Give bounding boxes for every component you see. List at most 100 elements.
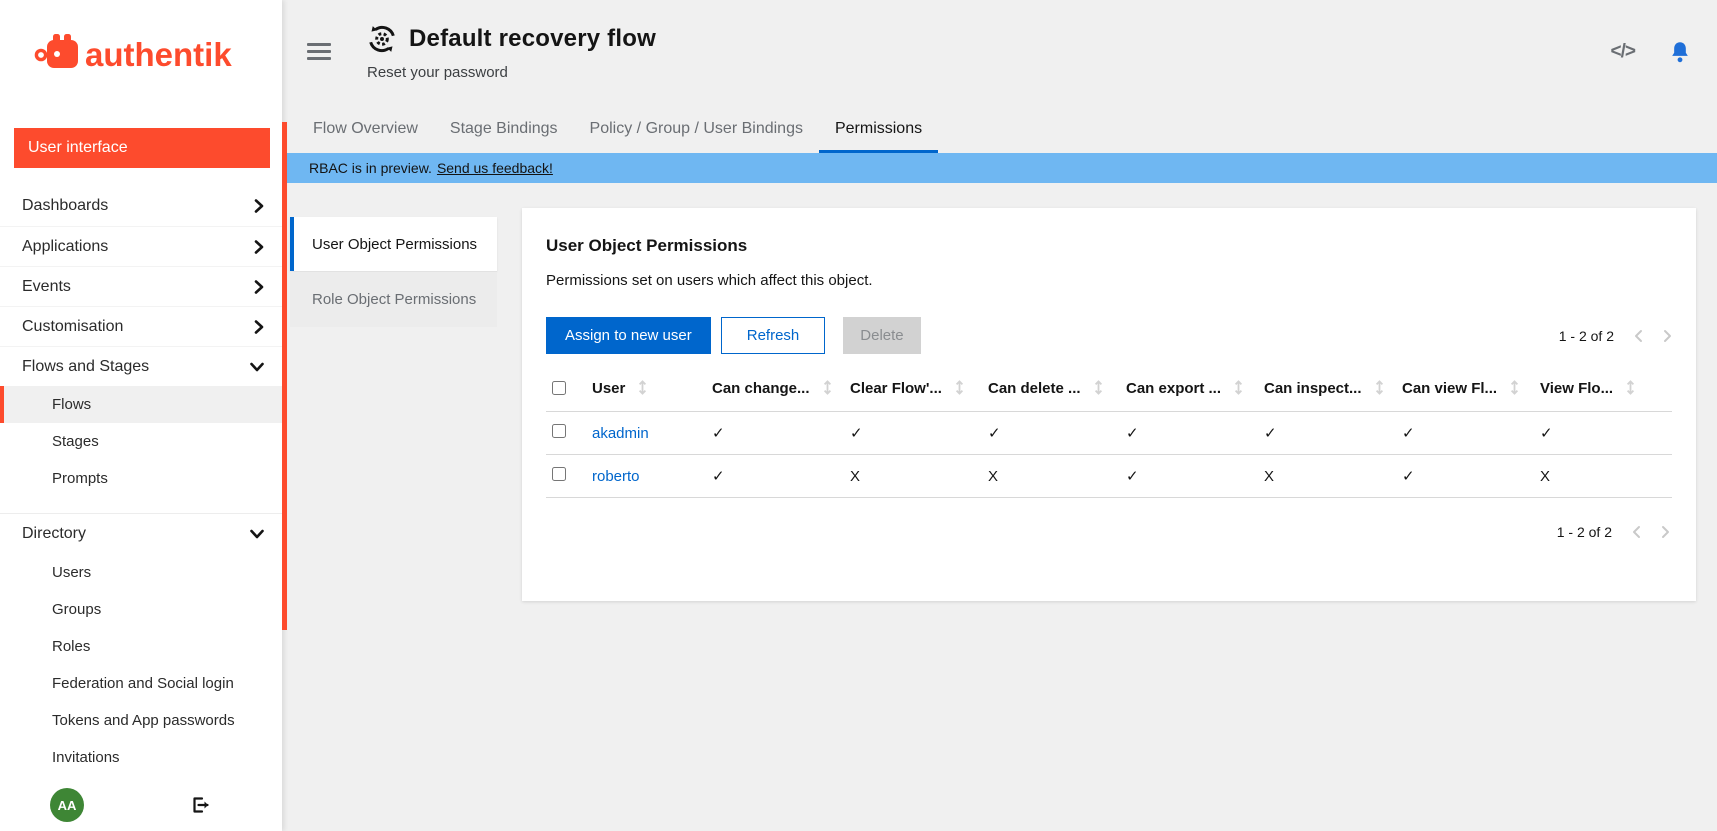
banner-text: RBAC is in preview.	[309, 160, 432, 176]
subtab-role-label: Role Object Permissions	[312, 291, 476, 308]
cell-can-export: ✓	[1120, 412, 1258, 455]
pagination-top: 1 - 2 of 2	[1559, 328, 1672, 344]
column-header-can-export: Can export ...	[1120, 370, 1258, 412]
assign-to-new-user-button[interactable]: Assign to new user	[546, 317, 711, 354]
sort-icon[interactable]	[955, 382, 964, 399]
cell-can-view: ✓	[1396, 455, 1534, 498]
refresh-button[interactable]: Refresh	[721, 317, 826, 354]
subtab-user-label: User Object Permissions	[312, 236, 477, 253]
main-content: Default recovery flow Reset your passwor…	[287, 0, 1717, 831]
column-header-user: User	[586, 370, 706, 412]
column-header-view-flow: View Flo...	[1534, 370, 1672, 412]
sidebar-item-users[interactable]: Users	[0, 554, 282, 591]
roles-label: Roles	[52, 638, 90, 655]
flows-label: Flows	[52, 396, 91, 413]
cell-can-export: ✓	[1120, 455, 1258, 498]
sidebar-item-stages[interactable]: Stages	[0, 423, 282, 460]
toolbar: Assign to new user Refresh Delete 1 - 2 …	[546, 317, 1672, 354]
cell-can-inspect: X	[1258, 455, 1396, 498]
cell-clear-flow: X	[844, 455, 982, 498]
page-title: Default recovery flow	[409, 25, 656, 53]
user-link-roberto[interactable]: roberto	[592, 468, 640, 485]
page-subtitle: Reset your password	[367, 64, 656, 81]
avatar[interactable]: AA	[50, 788, 84, 822]
pagination-next-icon[interactable]	[1663, 329, 1672, 343]
pagination-next-icon[interactable]	[1661, 525, 1670, 539]
sort-icon[interactable]	[638, 382, 647, 399]
authentik-logo[interactable]: authentik	[0, 0, 282, 108]
tab-flow-overview[interactable]: Flow Overview	[297, 120, 434, 153]
rbac-preview-banner: RBAC is in preview. Send us feedback!	[287, 153, 1717, 183]
sort-icon[interactable]	[1234, 382, 1243, 399]
tab-stage-bindings[interactable]: Stage Bindings	[434, 120, 574, 153]
user-link-akadmin[interactable]: akadmin	[592, 425, 649, 442]
table-row: akadmin ✓ ✓ ✓ ✓ ✓ ✓ ✓	[546, 412, 1672, 455]
dashboards-label: Dashboards	[22, 197, 108, 215]
column-header-can-delete: Can delete ...	[982, 370, 1120, 412]
tab-permissions-label: Permissions	[835, 120, 922, 138]
table-header-row: User Can change... Clear Flow'... Can de…	[546, 370, 1672, 412]
sidebar-item-user-interface[interactable]: User interface	[14, 128, 270, 168]
api-code-icon[interactable]: </>	[1611, 41, 1635, 63]
user-interface-label: User interface	[28, 139, 128, 157]
feedback-link[interactable]: Send us feedback!	[437, 160, 553, 176]
prompts-label: Prompts	[52, 470, 108, 487]
select-all-checkbox[interactable]	[552, 381, 566, 395]
chevron-right-icon	[254, 240, 264, 254]
sort-icon[interactable]	[1094, 382, 1103, 399]
federation-label: Federation and Social login	[52, 675, 234, 692]
sort-icon[interactable]	[1375, 382, 1384, 399]
pagination-prev-icon[interactable]	[1634, 329, 1643, 343]
subtab-role-object-permissions[interactable]: Role Object Permissions	[290, 271, 497, 327]
pagination-prev-icon[interactable]	[1632, 525, 1641, 539]
sidebar-item-federation[interactable]: Federation and Social login	[0, 665, 282, 702]
title-group: Default recovery flow Reset your passwor…	[367, 24, 656, 81]
sort-icon[interactable]	[823, 382, 832, 399]
column-header-can-change: Can change...	[706, 370, 844, 412]
pagination-label: 1 - 2 of 2	[1559, 328, 1614, 344]
notification-bell-icon[interactable]	[1669, 40, 1691, 64]
hamburger-menu-icon[interactable]	[307, 43, 331, 64]
sidebar-item-invitations[interactable]: Invitations	[0, 739, 282, 776]
users-label: Users	[52, 564, 91, 581]
sort-icon[interactable]	[1626, 382, 1635, 399]
tab-policy-group-user-bindings[interactable]: Policy / Group / User Bindings	[574, 120, 819, 153]
authentik-logo-icon: authentik	[33, 31, 249, 77]
tab-policy-label: Policy / Group / User Bindings	[590, 120, 803, 138]
delete-button[interactable]: Delete	[843, 317, 920, 354]
cell-can-inspect: ✓	[1258, 412, 1396, 455]
sidebar-item-applications[interactable]: Applications	[0, 226, 282, 266]
tokens-label: Tokens and App passwords	[52, 712, 235, 729]
tab-permissions[interactable]: Permissions	[819, 120, 938, 153]
sidebar-item-groups[interactable]: Groups	[0, 591, 282, 628]
cell-view-flow: ✓	[1534, 412, 1672, 455]
sidebar-item-dashboards[interactable]: Dashboards	[0, 186, 282, 226]
sidebar-item-events[interactable]: Events	[0, 266, 282, 306]
sidebar-nav: Dashboards Applications Events Customisa…	[0, 186, 282, 776]
sidebar-item-tokens[interactable]: Tokens and App passwords	[0, 702, 282, 739]
groups-label: Groups	[52, 601, 101, 618]
sort-icon[interactable]	[1510, 382, 1519, 399]
directory-label: Directory	[22, 525, 86, 543]
flows-and-stages-label: Flows and Stages	[22, 358, 149, 376]
cell-view-flow: X	[1534, 455, 1672, 498]
sidebar-item-prompts[interactable]: Prompts	[0, 460, 282, 497]
row-checkbox[interactable]	[552, 467, 566, 481]
sidebar-accent-stripe	[282, 122, 287, 630]
permission-subtabs: User Object Permissions Role Object Perm…	[290, 217, 497, 327]
cell-clear-flow: ✓	[844, 412, 982, 455]
chevron-down-icon	[250, 362, 264, 372]
cell-can-delete: ✓	[982, 412, 1120, 455]
sidebar-item-flows[interactable]: Flows	[0, 386, 282, 423]
sidebar-item-roles[interactable]: Roles	[0, 628, 282, 665]
sidebar-item-directory[interactable]: Directory	[0, 514, 282, 554]
svg-text:authentik: authentik	[85, 36, 232, 73]
row-checkbox[interactable]	[552, 424, 566, 438]
tab-bar: Flow Overview Stage Bindings Policy / Gr…	[287, 120, 1717, 153]
events-label: Events	[22, 278, 71, 296]
customisation-label: Customisation	[22, 318, 123, 336]
subtab-user-object-permissions[interactable]: User Object Permissions	[290, 217, 497, 271]
sidebar-item-customisation[interactable]: Customisation	[0, 306, 282, 346]
sidebar-item-flows-and-stages[interactable]: Flows and Stages	[0, 346, 282, 386]
logout-icon[interactable]	[190, 795, 210, 815]
